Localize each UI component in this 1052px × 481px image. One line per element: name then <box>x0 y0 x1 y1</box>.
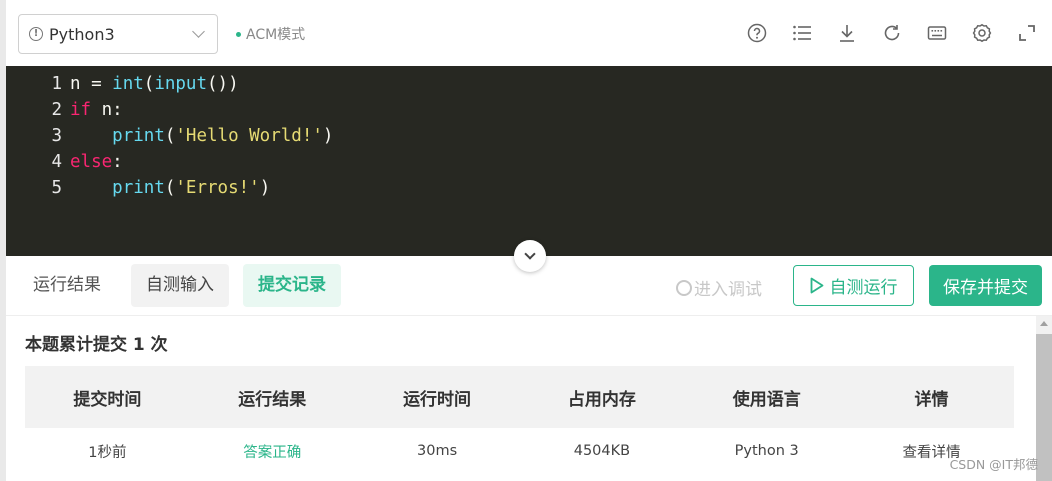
download-icon[interactable] <box>836 22 858 44</box>
cell-runtime: 30ms <box>417 443 458 459</box>
code-token: : <box>112 152 123 172</box>
code-line[interactable]: 4 else: <box>6 149 123 175</box>
code-token: ( <box>143 74 155 94</box>
fullscreen-icon[interactable] <box>1016 22 1038 44</box>
column-header: 运行时间 <box>403 389 472 410</box>
line-number: 4 <box>51 152 62 172</box>
code-line[interactable]: 5 print('Erros!') <box>6 175 270 201</box>
code-token: ()) <box>207 74 239 94</box>
acm-mode-indicator[interactable]: ACM模式 <box>236 24 305 44</box>
line-number: 5 <box>51 178 62 198</box>
code-editor[interactable]: 1n = int(input()) 2 if n: 3 print('Hello Wo… <box>6 66 1052 256</box>
debug-button[interactable]: 进入调试 <box>676 275 762 300</box>
chevron-down-icon <box>192 25 205 38</box>
list-icon[interactable] <box>791 22 813 44</box>
column-header: 运行结果 <box>238 389 307 410</box>
help-icon[interactable] <box>746 22 768 44</box>
language-select[interactable]: ! Python3 <box>18 14 218 54</box>
line-number: 1 <box>51 74 62 94</box>
code-token: 'Erros!' <box>175 178 260 198</box>
column-header: 使用语言 <box>732 389 801 410</box>
line-number: 3 <box>51 126 62 146</box>
code-line[interactable]: 2 if n: <box>6 97 123 123</box>
column-header: 提交时间 <box>73 389 142 410</box>
code-page: ! Python3 ACM模式 1 n = int(input()) 2 if … <box>0 0 1052 481</box>
debug-label: 进入调试 <box>694 280 762 300</box>
watermark: CSDN @IT邦德 <box>949 457 1038 472</box>
code-token: ) <box>322 126 334 146</box>
cell-memory: 4504KB <box>573 443 631 459</box>
code-token: n: <box>91 100 123 120</box>
table-body: 1秒前 答案正确 30ms 4504KB Python 3 查看详情 <box>25 428 1014 474</box>
save-submit-button[interactable]: 保存并提交 <box>929 265 1042 306</box>
code-token: 'Hello World!' <box>175 126 323 146</box>
code-token: print <box>112 126 165 146</box>
cell-language: Python 3 <box>734 443 799 459</box>
code-token: n = <box>70 74 113 94</box>
code-token: else <box>70 152 113 172</box>
language-value: Python3 <box>49 24 115 44</box>
chevron-down-icon <box>524 248 536 260</box>
settings-icon[interactable] <box>971 22 993 44</box>
table-row: 1秒前 答案正确 30ms 4504KB Python 3 查看详情 <box>25 428 1014 474</box>
scrollbar-thumb[interactable] <box>1036 334 1052 481</box>
tab-run-result[interactable]: 运行结果 <box>18 264 116 307</box>
cell-time: 1秒前 <box>88 444 127 461</box>
acm-mode-label: ACM模式 <box>246 27 306 43</box>
collapse-editor-button[interactable] <box>514 240 546 272</box>
cell-result: 答案正确 <box>243 444 302 461</box>
status-dot <box>236 31 241 37</box>
line-number: 2 <box>51 100 62 120</box>
submission-table: 提交时间 运行结果 运行时间 占用内存 使用语言 详情 1秒前 答案正确 30ms 4504KB… <box>25 366 1014 474</box>
column-header: 详情 <box>914 389 949 410</box>
column-header: 占用内存 <box>567 389 636 410</box>
code-line[interactable]: 1 n = int(input()) <box>6 71 239 97</box>
tab-submission-record[interactable]: 提交记录 <box>243 264 341 307</box>
editor-toolbar: ! Python3 ACM模式 <box>6 0 1052 66</box>
run-label: 自测运行 <box>829 278 898 298</box>
code-line[interactable]: 3 print('Hello World!') <box>6 123 333 149</box>
code-token: if <box>70 100 92 120</box>
scroll-up-icon[interactable] <box>1040 321 1048 326</box>
toolbar-icons <box>746 22 1052 44</box>
play-icon <box>810 277 823 294</box>
code-token: ( <box>164 178 176 198</box>
code-token: int <box>112 74 144 94</box>
tab-custom-input[interactable]: 自测输入 <box>131 264 229 307</box>
run-button[interactable]: 自测运行 <box>793 265 914 306</box>
code-token: input <box>154 74 207 94</box>
results-scrollbar[interactable] <box>1036 316 1052 481</box>
keyboard-icon[interactable] <box>926 22 948 44</box>
code-token: ( <box>164 126 176 146</box>
info-icon: ! <box>29 27 43 41</box>
code-token: print <box>112 178 165 198</box>
table-header: 提交时间 运行结果 运行时间 占用内存 使用语言 详情 <box>25 366 1014 428</box>
submission-results: 本题累计提交 1 次 提交时间 运行结果 运行时间 占用内存 使用语言 详情 1秒前 答案正… <box>6 316 1052 481</box>
refresh-icon[interactable] <box>881 22 903 44</box>
code-token: ) <box>259 178 271 198</box>
submission-count: 本题累计提交 1 次 <box>25 335 168 355</box>
bug-icon <box>676 279 692 296</box>
